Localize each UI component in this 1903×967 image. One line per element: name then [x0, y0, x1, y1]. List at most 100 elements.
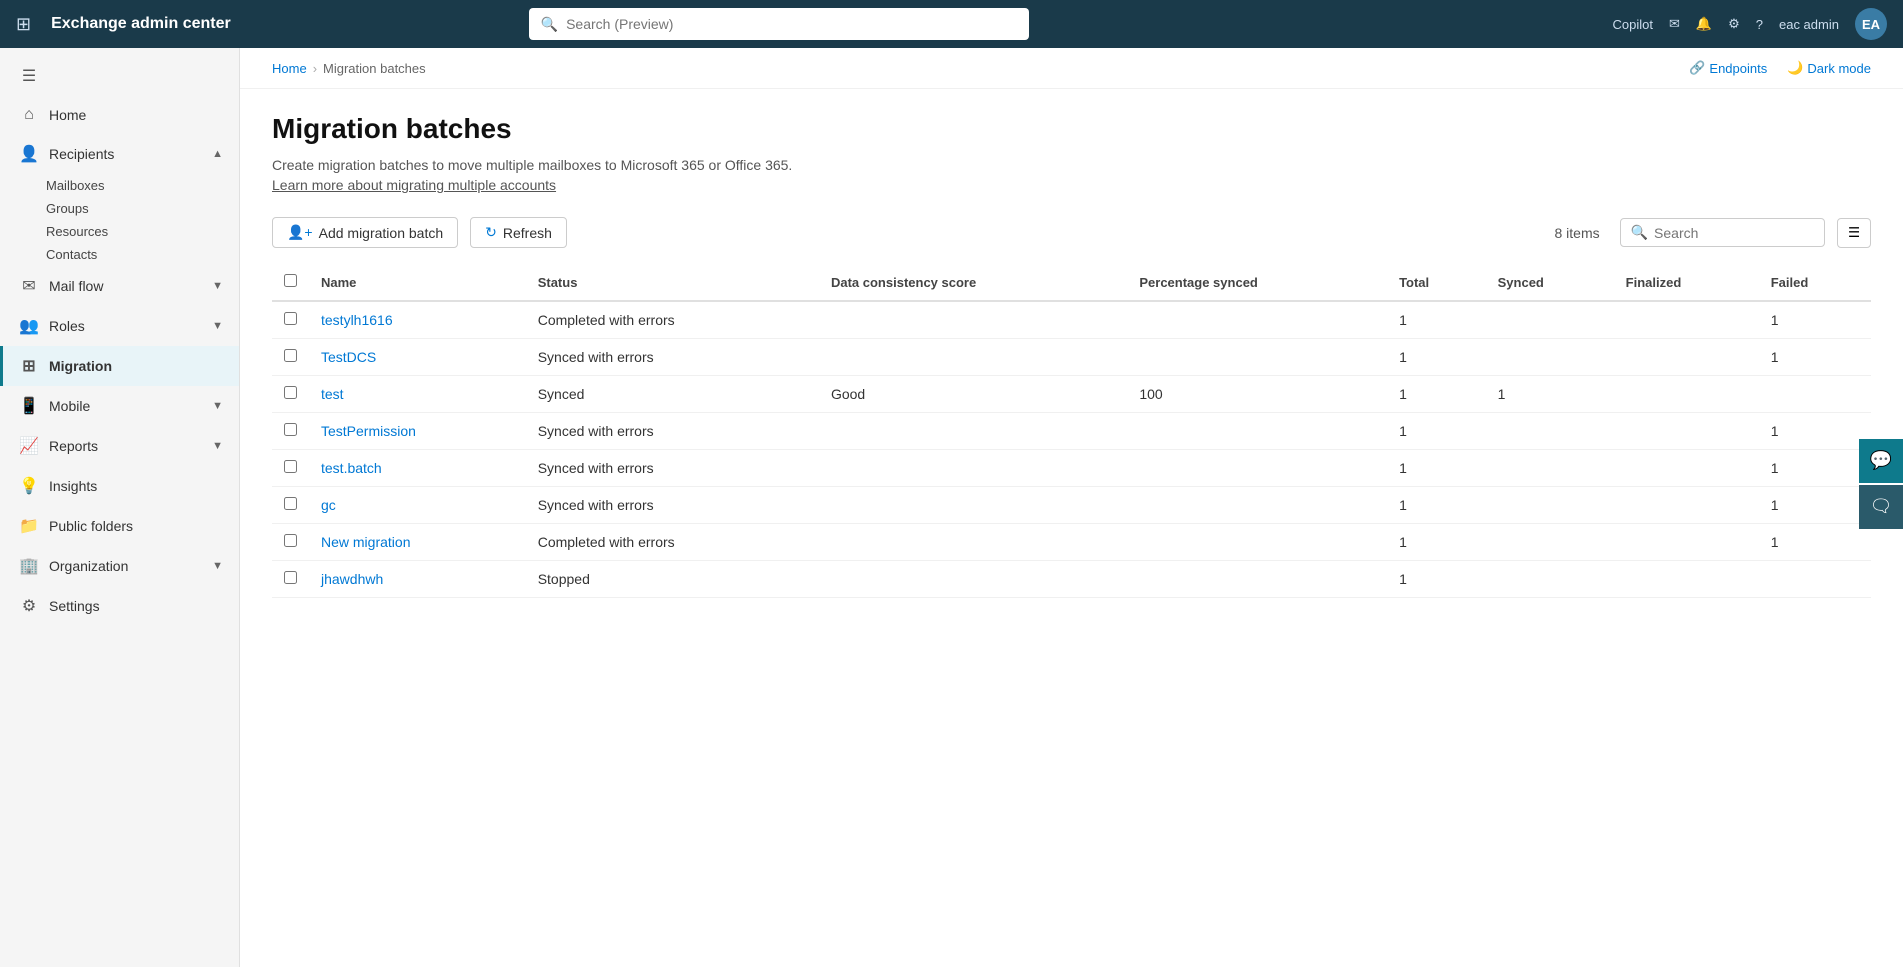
reports-icon: 📈 [19, 436, 39, 456]
global-search-input[interactable] [566, 16, 1017, 32]
recipients-icon: 👤 [19, 144, 39, 164]
col-data-consistency: Data consistency score [819, 264, 1127, 301]
row-name[interactable]: TestDCS [309, 339, 526, 376]
toolbar: 👤+ Add migration batch ↻ Refresh 8 items… [272, 217, 1871, 260]
row-checkbox-3[interactable] [284, 423, 297, 436]
row-data-consistency [819, 450, 1127, 487]
table-row: gc Synced with errors 1 1 [272, 487, 1871, 524]
sidebar-item-reports[interactable]: 📈 Reports ▼ [0, 426, 239, 466]
row-finalized [1614, 301, 1759, 339]
row-checkbox-4[interactable] [284, 460, 297, 473]
row-checkbox-cell[interactable] [272, 561, 309, 598]
row-checkbox-cell[interactable] [272, 524, 309, 561]
darkmode-button[interactable]: 🌙 Dark mode [1787, 60, 1871, 76]
row-checkbox-cell[interactable] [272, 450, 309, 487]
table-search-box[interactable]: 🔍 [1620, 218, 1825, 247]
row-total: 1 [1387, 487, 1486, 524]
sidebar-item-organization[interactable]: 🏢 Organization ▼ [0, 546, 239, 586]
row-checkbox-0[interactable] [284, 312, 297, 325]
row-name[interactable]: New migration [309, 524, 526, 561]
table-row: test.batch Synced with errors 1 1 [272, 450, 1871, 487]
sidebar-item-hamburger[interactable]: ☰ [0, 56, 239, 96]
sidebar-item-mobile[interactable]: 📱 Mobile ▼ [0, 386, 239, 426]
row-checkbox-7[interactable] [284, 571, 297, 584]
row-data-consistency [819, 487, 1127, 524]
endpoints-button[interactable]: 🔗 Endpoints [1689, 60, 1767, 76]
page-content: Migration batches Create migration batch… [240, 89, 1903, 622]
row-synced [1486, 339, 1614, 376]
row-finalized [1614, 450, 1759, 487]
sidebar-label-migration: Migration [49, 358, 112, 374]
breadcrumb-bar: Home › Migration batches 🔗 Endpoints 🌙 D… [240, 48, 1903, 89]
add-migration-batch-button[interactable]: 👤+ Add migration batch [272, 217, 458, 248]
row-total: 1 [1387, 561, 1486, 598]
sidebar-item-publicfolders[interactable]: 📁 Public folders [0, 506, 239, 546]
chat-icon: 💬 [1870, 450, 1892, 471]
row-checkbox-cell[interactable] [272, 413, 309, 450]
breadcrumb-home[interactable]: Home [272, 61, 307, 76]
row-checkbox-5[interactable] [284, 497, 297, 510]
global-search-box[interactable]: 🔍 [529, 8, 1029, 40]
row-checkbox-2[interactable] [284, 386, 297, 399]
insights-icon: 💡 [19, 476, 39, 496]
sidebar-item-groups[interactable]: Groups [0, 197, 239, 220]
row-failed: 1 [1759, 413, 1871, 450]
row-synced [1486, 413, 1614, 450]
select-all-checkbox[interactable] [284, 274, 297, 287]
row-name[interactable]: gc [309, 487, 526, 524]
row-name[interactable]: TestPermission [309, 413, 526, 450]
sidebar-item-mailflow[interactable]: ✉ Mail flow ▼ [0, 266, 239, 306]
filter-button[interactable]: ☰ [1837, 218, 1871, 248]
row-checkbox-cell[interactable] [272, 487, 309, 524]
row-data-consistency [819, 339, 1127, 376]
sidebar-item-insights[interactable]: 💡 Insights [0, 466, 239, 506]
learn-more-link[interactable]: Learn more about migrating multiple acco… [272, 177, 556, 193]
bell-icon[interactable]: 🔔 [1696, 16, 1712, 32]
row-checkbox-cell[interactable] [272, 376, 309, 413]
user-name: eac admin [1779, 17, 1839, 32]
roles-chevron: ▼ [212, 320, 223, 332]
row-finalized [1614, 339, 1759, 376]
help-icon[interactable]: ? [1756, 17, 1763, 32]
floating-chat-button[interactable]: 💬 [1859, 439, 1903, 483]
row-name[interactable]: testylh1616 [309, 301, 526, 339]
sidebar-item-contacts[interactable]: Contacts [0, 243, 239, 266]
user-avatar[interactable]: EA [1855, 8, 1887, 40]
sidebar-item-recipients[interactable]: 👤 Recipients ▲ [0, 134, 239, 174]
darkmode-icon: 🌙 [1787, 60, 1803, 76]
row-name[interactable]: test [309, 376, 526, 413]
settings-icon[interactable]: ⚙ [1728, 16, 1740, 32]
row-name[interactable]: jhawdhwh [309, 561, 526, 598]
hamburger-icon: ☰ [19, 66, 39, 86]
table-search-input[interactable] [1654, 225, 1814, 241]
row-checkbox-cell[interactable] [272, 339, 309, 376]
row-status: Synced with errors [526, 413, 819, 450]
floating-feedback-button[interactable]: 🗨 [1859, 485, 1903, 529]
sidebar-item-resources[interactable]: Resources [0, 220, 239, 243]
feedback-icon: 🗨 [1870, 496, 1893, 517]
row-finalized [1614, 487, 1759, 524]
organization-icon: 🏢 [19, 556, 39, 576]
table-row: testylh1616 Completed with errors 1 1 [272, 301, 1871, 339]
sidebar-item-settings[interactable]: ⚙ Settings [0, 586, 239, 626]
row-status: Synced with errors [526, 450, 819, 487]
page-description: Create migration batches to move multipl… [272, 157, 1871, 173]
row-name[interactable]: test.batch [309, 450, 526, 487]
row-checkbox-cell[interactable] [272, 301, 309, 339]
floating-buttons: 💬 🗨 [1859, 439, 1903, 529]
row-failed: 1 [1759, 487, 1871, 524]
sidebar-item-migration[interactable]: ⊞ Migration [0, 346, 239, 386]
sidebar-item-mailboxes[interactable]: Mailboxes [0, 174, 239, 197]
mail-icon[interactable]: ✉ [1669, 16, 1680, 32]
sidebar-item-home[interactable]: ⌂ Home [0, 96, 239, 134]
row-checkbox-6[interactable] [284, 534, 297, 547]
refresh-button[interactable]: ↻ Refresh [470, 217, 567, 248]
grid-icon[interactable]: ⊞ [16, 14, 31, 35]
copilot-button[interactable]: Copilot [1613, 17, 1653, 32]
row-checkbox-1[interactable] [284, 349, 297, 362]
endpoints-icon: 🔗 [1689, 60, 1705, 76]
mailflow-icon: ✉ [19, 276, 39, 296]
sidebar-item-roles[interactable]: 👥 Roles ▼ [0, 306, 239, 346]
row-failed: 1 [1759, 301, 1871, 339]
select-all-header[interactable] [272, 264, 309, 301]
